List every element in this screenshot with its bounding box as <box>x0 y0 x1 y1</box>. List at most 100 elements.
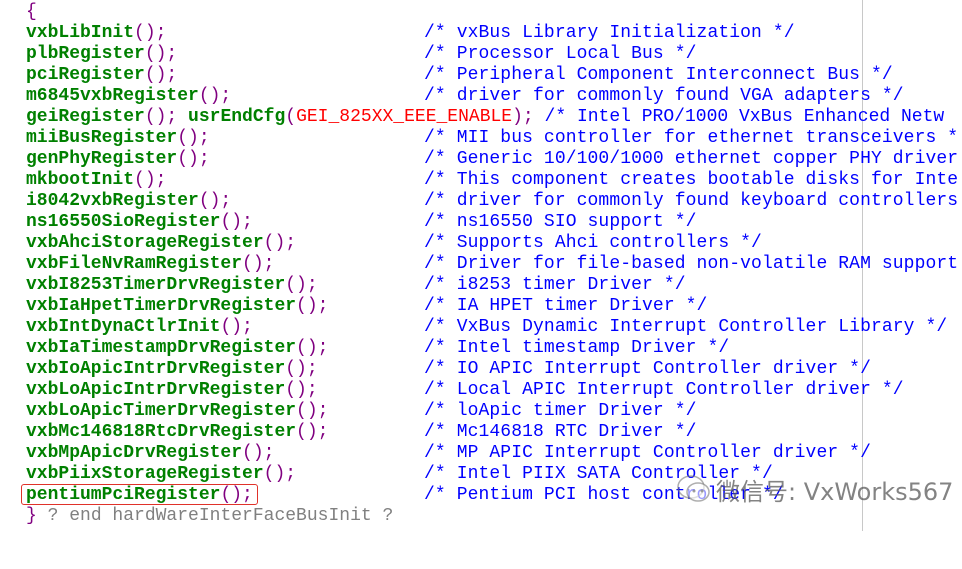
code-comment: /* Generic 10/100/1000 ethernet copper P… <box>424 149 959 169</box>
code-statement: vxbLoApicTimerDrvRegister(); <box>26 401 328 422</box>
code-comment: /* i8253 timer Driver */ <box>424 275 686 295</box>
code-statement: pciRegister(); <box>26 65 177 86</box>
code-statement: i8042vxbRegister(); <box>26 191 231 212</box>
code-line: genPhyRegister(); /* Generic 10/100/1000 … <box>0 149 962 170</box>
function-name: usrEndCfg <box>177 107 286 127</box>
call-parens: (); <box>134 170 167 190</box>
code-statement: vxbLibInit(); <box>26 23 166 44</box>
code-statement: vxbFileNvRamRegister(); <box>26 254 274 275</box>
code-comment: /* Driver for file-based non-volatile RA… <box>424 254 959 274</box>
call-parens: (); <box>263 464 297 484</box>
code-line: vxbPiixStorageRegister(); /* Intel PIIX S… <box>0 464 962 485</box>
code-line: vxbAhciStorageRegister(); /* Supports Ahc… <box>0 233 962 254</box>
open-brace: { <box>26 2 37 22</box>
code-line: vxbLoApicIntrDrvRegister(); /* Local APIC… <box>0 380 962 401</box>
code-comment: /* vxBus Library Initialization */ <box>424 23 795 43</box>
code-line: vxbLoApicTimerDrvRegister(); /* loApic ti… <box>0 401 962 422</box>
code-line: vxbMc146818RtcDrvRegister(); /* Mc146818 … <box>0 422 962 443</box>
code-statement: vxbMc146818RtcDrvRegister(); <box>26 422 328 443</box>
call-parens: (); <box>220 317 253 337</box>
code-line: pciRegister(); /* Peripheral Component In… <box>0 65 962 86</box>
end-function-note: ? end hardWareInterFaceBusInit ? <box>36 506 394 526</box>
call-parens: (); <box>285 359 318 379</box>
function-name: genPhyRegister <box>26 149 178 169</box>
function-name: vxbAhciStorageRegister <box>26 233 264 253</box>
function-name: i8042vxbRegister <box>26 191 199 211</box>
code-comment: /* IA HPET timer Driver */ <box>424 296 708 316</box>
code-line: vxbIaHpetTimerDrvRegister(); /* IA HPET t… <box>0 296 962 317</box>
code-statement: vxbIaHpetTimerDrvRegister(); <box>26 296 328 317</box>
call-parens: (); <box>296 338 329 358</box>
call-parens: (); <box>296 401 329 421</box>
function-name: vxbMpApicDrvRegister <box>26 443 243 463</box>
code-statement: plbRegister(); <box>26 44 177 65</box>
code-comment: /* This component creates bootable disks… <box>424 170 959 190</box>
function-name: vxbIaTimestampDrvRegister <box>26 338 297 358</box>
code-statement: genPhyRegister(); <box>26 149 210 170</box>
call-parens: (); <box>285 380 318 400</box>
function-name: ns16550SioRegister <box>26 212 221 232</box>
code-line-open-brace: { <box>0 2 962 23</box>
function-name: mkbootInit <box>26 170 135 190</box>
code-statement: vxbIaTimestampDrvRegister(); <box>26 338 328 359</box>
function-name: m6845vxbRegister <box>26 86 199 106</box>
code-statement: miiBusRegister(); <box>26 128 210 149</box>
code-line: plbRegister(); /* Processor Local Bus */ <box>0 44 962 65</box>
code-comment: /* IO APIC Interrupt Controller driver *… <box>424 359 871 379</box>
code-line: vxbI8253TimerDrvRegister(); /* i8253 time… <box>0 275 962 296</box>
code-statement: vxbMpApicDrvRegister(); <box>26 443 274 464</box>
open-paren: ( <box>285 107 297 127</box>
function-name: miiBusRegister <box>26 128 178 148</box>
code-line: vxbLibInit(); /* vxBus Library Initializa… <box>0 23 962 44</box>
function-name: vxbFileNvRamRegister <box>26 254 243 274</box>
code-comment: /* driver for commonly found VGA adapter… <box>424 86 904 106</box>
code-comment: /* driver for commonly found keyboard co… <box>424 191 959 211</box>
call-parens: (); <box>144 107 178 127</box>
function-name: pciRegister <box>26 65 145 85</box>
code-comment: /* Local APIC Interrupt Controller drive… <box>424 380 904 400</box>
code-comment: /* MII bus controller for ethernet trans… <box>424 128 959 148</box>
code-comment: /* Peripheral Component Interconnect Bus… <box>424 65 893 85</box>
call-parens: (); <box>220 212 253 232</box>
code-comment: /* ns16550 SIO support */ <box>424 212 697 232</box>
function-name: vxbMc146818RtcDrvRegister <box>26 422 297 442</box>
code-line: ns16550SioRegister(); /* ns16550 SIO supp… <box>0 212 962 233</box>
code-line: vxbMpApicDrvRegister(); /* MP APIC Interr… <box>0 443 962 464</box>
code-line: geiRegister(); usrEndCfg(GEI_825XX_EEE_E… <box>0 107 962 128</box>
code-statement: vxbIntDynaCtlrInit(); <box>26 317 253 338</box>
call-parens: (); <box>296 422 329 442</box>
code-statement: m6845vxbRegister(); <box>26 86 231 107</box>
close-paren: ); <box>512 107 534 127</box>
code-comment: /* loApic timer Driver */ <box>424 401 697 421</box>
code-editor[interactable]: { vxbLibInit();/* vxBus Library Initiali… <box>0 0 962 531</box>
code-line: miiBusRegister(); /* MII bus controller f… <box>0 128 962 149</box>
code-comment: /* Intel PIIX SATA Controller */ <box>424 464 773 484</box>
function-name: geiRegister <box>26 107 145 127</box>
function-name: vxbLibInit <box>26 23 135 43</box>
code-line: vxbIaTimestampDrvRegister(); /* Intel tim… <box>0 338 962 359</box>
code-line: m6845vxbRegister(); /* driver for commonl… <box>0 86 962 107</box>
call-parens: (); <box>296 296 329 316</box>
close-brace: } <box>26 506 37 526</box>
call-parens: (); <box>242 443 275 463</box>
call-parens: (); <box>198 191 232 211</box>
call-parens: (); <box>177 149 210 169</box>
call-parens: (); <box>144 65 178 85</box>
code-statement: vxbIoApicIntrDrvRegister(); <box>26 359 318 380</box>
call-parens: (); <box>263 233 297 253</box>
code-statement: vxbLoApicIntrDrvRegister(); <box>26 380 318 401</box>
function-name: vxbI8253TimerDrvRegister <box>26 275 286 295</box>
code-statement: vxbPiixStorageRegister(); <box>26 464 296 485</box>
code-statement: vxbAhciStorageRegister(); <box>26 233 296 254</box>
code-comment: /* Pentium PCI host controller */ <box>424 485 784 505</box>
call-parens: (); <box>285 275 318 295</box>
function-name: vxbLoApicIntrDrvRegister <box>26 380 286 400</box>
code-comment: /* VxBus Dynamic Interrupt Controller Li… <box>424 317 948 337</box>
code-comment: /* MP APIC Interrupt Controller driver *… <box>424 443 871 463</box>
function-name: vxbIoApicIntrDrvRegister <box>26 359 286 379</box>
code-line-close-brace: } ? end hardWareInterFaceBusInit ? <box>0 506 962 527</box>
code-line: vxbIntDynaCtlrInit(); /* VxBus Dynamic In… <box>0 317 962 338</box>
function-name: vxbLoApicTimerDrvRegister <box>26 401 297 421</box>
call-parens: (); <box>144 44 178 64</box>
code-line: mkbootInit(); /* This component creates b… <box>0 170 962 191</box>
